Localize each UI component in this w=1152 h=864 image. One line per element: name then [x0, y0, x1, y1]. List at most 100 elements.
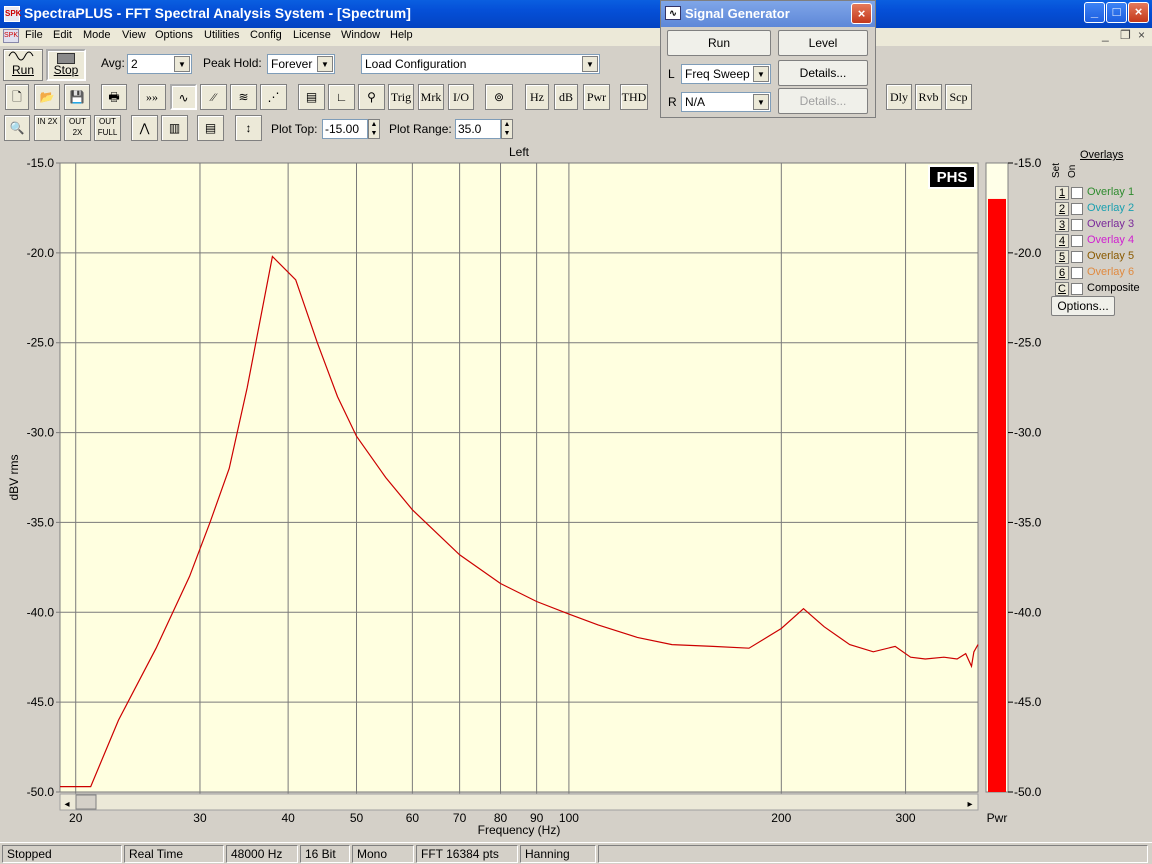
scp-button[interactable]: Scp — [945, 84, 972, 110]
toolbar-zoom: 🔍 IN 2X OUT 2X OUT FULL ⋀ ▥ ▤ ↕ Plot Top… — [0, 112, 1152, 144]
menu-utilities[interactable]: Utilities — [204, 29, 239, 41]
phase-icon[interactable]: ⚲ — [358, 84, 385, 110]
overlay-on-checkbox[interactable] — [1071, 235, 1083, 247]
options-button[interactable]: Options... — [1051, 296, 1115, 316]
mrk-button[interactable]: Mrk — [418, 84, 444, 110]
plot-top-spinner-icon[interactable]: ▲ ▼ — [368, 119, 380, 139]
plot-range-input[interactable]: 35.0 — [455, 119, 501, 139]
menu-mode[interactable]: Mode — [83, 29, 111, 41]
waterfall-icon[interactable]: ⋰ — [260, 84, 287, 110]
zoom-out-2x-button[interactable]: OUT 2X — [64, 115, 91, 141]
y-tick-label: -15.0 — [27, 156, 55, 170]
spectrum-mode-icon[interactable]: ∿ — [170, 84, 197, 110]
save-icon[interactable]: 💾 — [64, 84, 90, 110]
menu-window[interactable]: Window — [341, 29, 380, 41]
mdi-close-icon[interactable]: × — [1138, 28, 1145, 42]
maximize-button[interactable]: □ — [1106, 2, 1127, 23]
bars-icon[interactable]: ▥ — [161, 115, 188, 141]
magnifier-icon[interactable]: 🔍 — [4, 115, 30, 141]
peakhold-select[interactable]: Forever ▼ — [267, 54, 335, 74]
peak-icon[interactable]: ⋀ — [131, 115, 158, 141]
right-channel-label: R — [668, 95, 677, 109]
x-axis-label: Frequency (Hz) — [478, 823, 561, 837]
db-button[interactable]: dB — [554, 84, 578, 110]
menu-view[interactable]: View — [122, 29, 146, 41]
plot-range-spinner-icon[interactable]: ▲ ▼ — [501, 119, 513, 139]
overlay-set-button[interactable]: 5 — [1055, 250, 1069, 264]
menu-help[interactable]: Help — [390, 29, 413, 41]
title-bar[interactable]: SPK SpectraPLUS - FFT Spectral Analysis … — [0, 0, 1152, 28]
minimize-button[interactable]: _ — [1084, 2, 1105, 23]
chevron-down-icon[interactable]: ▼ — [174, 56, 190, 72]
io-button[interactable]: I/O — [448, 84, 474, 110]
overlay-label: Overlay 2 — [1087, 202, 1135, 214]
axis-icon[interactable]: ∟ — [328, 84, 355, 110]
document-icon[interactable]: SPK — [3, 29, 19, 43]
fast-forward-icon[interactable]: »» — [138, 84, 166, 110]
y-tick-label: -25.0 — [27, 336, 55, 350]
generator-icon[interactable]: ⊚ — [485, 84, 513, 110]
overlay-on-checkbox[interactable] — [1071, 251, 1083, 263]
siggen-details-disabled-button: Details... — [778, 88, 868, 114]
pwr-button[interactable]: Pwr — [583, 84, 610, 110]
menu-license[interactable]: License — [293, 29, 331, 41]
plot-top-input[interactable]: -15.00 — [322, 119, 368, 139]
spectrum-chart[interactable]: -15.0 -20.0 -25.0 -30.0 -35.0 -40.0 -45.0 -50.0… — [0, 144, 1152, 840]
time-series-icon[interactable]: ⁄⁄ — [200, 84, 227, 110]
zoom-in-2x-button[interactable]: IN 2X — [34, 115, 61, 141]
siggen-level-button[interactable]: Level — [778, 30, 868, 56]
mdi-restore-icon[interactable]: ❐ — [1120, 28, 1131, 42]
h-scrollbar-thumb — [75, 794, 97, 810]
overlay-on-checkbox[interactable] — [1071, 203, 1083, 215]
chevron-down-icon[interactable]: ▼ — [753, 66, 769, 82]
right-channel-select[interactable]: N/A ▼ — [681, 92, 771, 112]
menu-edit[interactable]: Edit — [53, 29, 72, 41]
overlay-on-checkbox[interactable] — [1071, 267, 1083, 279]
rvb-button[interactable]: Rvb — [915, 84, 942, 110]
hz-button[interactable]: Hz — [525, 84, 549, 110]
spectrogram-icon[interactable]: ≋ — [230, 84, 257, 110]
close-button[interactable]: × — [1128, 2, 1149, 23]
config-select[interactable]: Load Configuration ▼ — [361, 54, 600, 74]
trig-button[interactable]: Trig — [388, 84, 414, 110]
overlay-set-button[interactable]: 6 — [1055, 266, 1069, 280]
list-icon[interactable]: ▤ — [197, 115, 224, 141]
status-fft-size: FFT 16384 pts — [416, 845, 518, 863]
menu-options[interactable]: Options — [155, 29, 193, 41]
peakhold-label: Peak Hold: — [203, 56, 262, 70]
new-file-icon[interactable]: 🗋 — [5, 84, 29, 110]
dly-button[interactable]: Dly — [886, 84, 912, 110]
overlay-set-button[interactable]: C — [1055, 282, 1069, 296]
overlay-on-checkbox[interactable] — [1071, 219, 1083, 231]
chevron-down-icon[interactable]: ▼ — [753, 94, 769, 110]
overlay-on-checkbox[interactable] — [1071, 187, 1083, 199]
overlay-set-button[interactable]: 1 — [1055, 186, 1069, 200]
table-view-icon[interactable]: ▤ — [298, 84, 325, 110]
overlay-set-button[interactable]: 4 — [1055, 234, 1069, 248]
overlay-set-button[interactable]: 2 — [1055, 202, 1069, 216]
menu-config[interactable]: Config — [250, 29, 282, 41]
app-icon[interactable]: SPK — [4, 6, 21, 22]
siggen-details-button[interactable]: Details... — [778, 60, 868, 86]
siggen-run-button[interactable]: Run — [667, 30, 771, 56]
stop-button[interactable]: Stop — [46, 49, 86, 81]
overlay-set-button[interactable]: 3 — [1055, 218, 1069, 232]
mdi-minimize-icon[interactable]: _ — [1102, 28, 1109, 42]
run-button[interactable]: Run — [3, 49, 43, 81]
avg-select[interactable]: 2 ▼ — [127, 54, 192, 74]
open-folder-icon[interactable]: 📂 — [34, 84, 60, 110]
chevron-down-icon[interactable]: ▼ — [317, 56, 333, 72]
left-channel-select[interactable]: Freq Sweep ▼ — [681, 64, 771, 84]
thd-button[interactable]: THD — [620, 84, 648, 110]
x-tick-label: 40 — [281, 811, 295, 825]
signal-generator-titlebar[interactable]: ∿ Signal Generator × — [661, 1, 875, 27]
close-icon[interactable]: × — [851, 3, 872, 24]
menu-file[interactable]: File — [25, 29, 43, 41]
vertical-scale-icon[interactable]: ↕ — [235, 115, 262, 141]
overlay-on-checkbox[interactable] — [1071, 283, 1083, 295]
print-icon[interactable]: 🖶 — [101, 84, 127, 110]
chevron-down-icon[interactable]: ▼ — [582, 56, 598, 72]
status-state: Stopped — [2, 845, 122, 863]
zoom-full-button[interactable]: OUT FULL — [94, 115, 121, 141]
overlay-label: Overlay 6 — [1087, 266, 1135, 278]
